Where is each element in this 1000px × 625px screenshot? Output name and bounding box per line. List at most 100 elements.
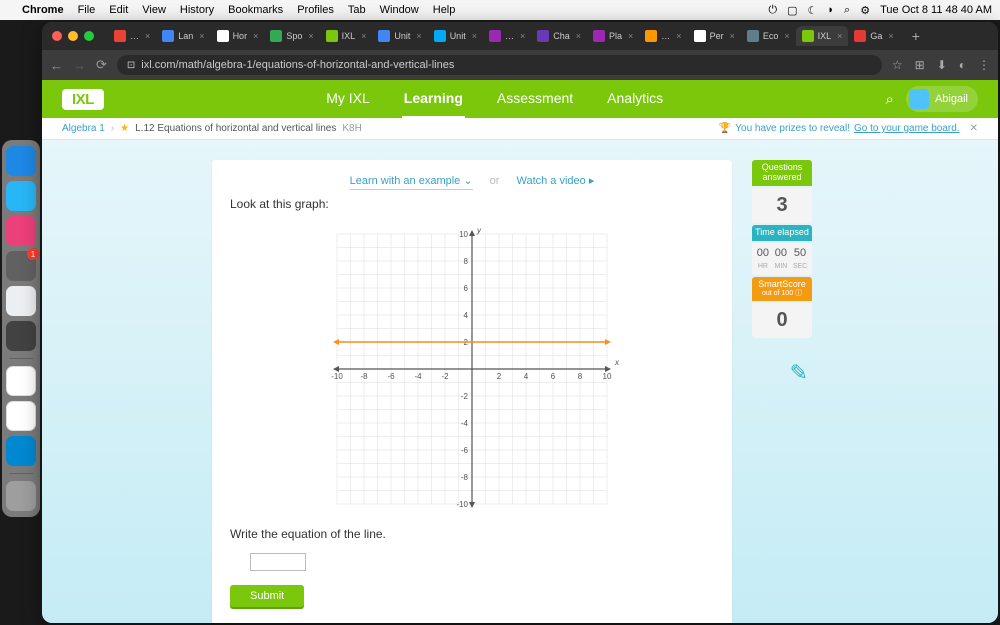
close-icon[interactable]: ×	[676, 31, 681, 41]
window-controls[interactable]	[42, 30, 104, 42]
browser-tab[interactable]: Hor×	[211, 26, 265, 46]
dock-app-trash[interactable]	[6, 481, 36, 511]
svg-text:x: x	[614, 358, 620, 367]
profile-icon[interactable]: ◐	[959, 58, 966, 72]
browser-tab[interactable]: …×	[639, 26, 687, 46]
dock-app-calculator[interactable]	[6, 321, 36, 351]
search-icon[interactable]: ⌕	[886, 91, 894, 108]
favicon	[270, 30, 282, 42]
dock-app-settings[interactable]: 1	[6, 251, 36, 281]
close-icon[interactable]: ×	[576, 31, 581, 41]
new-tab-button[interactable]: +	[904, 28, 928, 44]
nav-my-ixl[interactable]: My IXL	[324, 80, 372, 119]
spotlight-icon[interactable]: ⌕	[844, 4, 850, 17]
dock-app-screenshot[interactable]	[6, 286, 36, 316]
close-icon[interactable]: ×	[730, 31, 735, 41]
browser-tab[interactable]: Ga×	[848, 26, 899, 46]
menubar-clock[interactable]: Tue Oct 8 11 48 40 AM	[880, 4, 992, 16]
watch-video-link[interactable]: Watch a video ▸	[516, 175, 594, 187]
nav-analytics[interactable]: Analytics	[605, 80, 665, 119]
close-icon[interactable]: ×	[416, 31, 421, 41]
score-value: 0	[752, 303, 812, 338]
power-icon[interactable]: ⏻	[768, 4, 777, 17]
moon-icon[interactable]: ☾	[808, 4, 818, 17]
extensions-icon[interactable]: ⊞	[915, 58, 925, 72]
browser-tab[interactable]: Unit×	[372, 26, 427, 46]
close-icon[interactable]: ×	[308, 31, 313, 41]
browser-tab[interactable]: Eco×	[741, 26, 796, 46]
menu-edit[interactable]: Edit	[109, 4, 128, 16]
menu-bookmarks[interactable]: Bookmarks	[228, 4, 283, 16]
browser-tab[interactable]: Spo×	[264, 26, 319, 46]
nav-assessment[interactable]: Assessment	[495, 80, 575, 119]
close-icon[interactable]: ×	[628, 31, 633, 41]
menu-view[interactable]: View	[142, 4, 166, 16]
browser-tab[interactable]: Per×	[688, 26, 741, 46]
browser-tab[interactable]: IXL×	[320, 26, 373, 46]
dock-app-edge[interactable]	[6, 436, 36, 466]
menubar-app[interactable]: Chrome	[22, 4, 64, 16]
browser-tab[interactable]: Pla×	[587, 26, 639, 46]
dock-app-finder[interactable]	[6, 146, 36, 176]
svg-text:y: y	[476, 226, 482, 235]
url-field[interactable]: ⊡ ixl.com/math/algebra-1/equations-of-ho…	[117, 55, 882, 75]
chevron-icon: ›	[111, 123, 114, 134]
score-label: SmartScore out of 100 ⓘ	[752, 277, 812, 301]
star-icon[interactable]: ☆	[892, 58, 903, 72]
prize-link[interactable]: Go to your game board.	[854, 123, 960, 134]
close-window-icon[interactable]	[52, 31, 62, 41]
user-menu[interactable]: Abigail	[906, 86, 978, 112]
download-icon[interactable]: ⬇	[937, 58, 947, 72]
close-icon[interactable]: ✕	[970, 123, 978, 134]
browser-tab[interactable]: Unit×	[428, 26, 483, 46]
back-button[interactable]: ←	[50, 58, 63, 73]
favicon	[434, 30, 446, 42]
browser-tab[interactable]: Lan×	[156, 26, 210, 46]
menu-profiles[interactable]: Profiles	[297, 4, 334, 16]
learn-example-link[interactable]: Learn with an example ⌄	[350, 175, 473, 190]
svg-text:-4: -4	[414, 372, 422, 381]
equation-input[interactable]	[250, 553, 306, 571]
menu-tab[interactable]: Tab	[348, 4, 366, 16]
close-icon[interactable]: ×	[145, 31, 150, 41]
browser-tab[interactable]: …×	[483, 26, 531, 46]
dock-app-chrome[interactable]	[6, 366, 36, 396]
control-center-icon[interactable]: ⚙	[860, 4, 870, 17]
menu-file[interactable]: File	[78, 4, 96, 16]
badge: 1	[27, 248, 39, 260]
forward-button[interactable]: →	[73, 58, 86, 73]
display-icon[interactable]: ▢	[787, 4, 797, 17]
menu-history[interactable]: History	[180, 4, 214, 16]
close-icon[interactable]: ×	[199, 31, 204, 41]
dock-app-photos[interactable]	[6, 216, 36, 246]
menu-icon[interactable]: ⋮	[978, 58, 990, 72]
close-icon[interactable]: ×	[472, 31, 477, 41]
submit-button[interactable]: Submit	[230, 585, 304, 607]
battery-icon[interactable]: ◗	[827, 4, 834, 16]
close-icon[interactable]: ×	[837, 31, 842, 41]
reload-button[interactable]: ⟳	[96, 57, 107, 73]
maximize-window-icon[interactable]	[84, 31, 94, 41]
scratchpad-icon[interactable]: ✎	[752, 360, 812, 386]
close-icon[interactable]: ×	[361, 31, 366, 41]
play-icon: ▸	[589, 175, 595, 187]
minimize-window-icon[interactable]	[68, 31, 78, 41]
breadcrumb-skill[interactable]: L.12 Equations of horizontal and vertica…	[135, 123, 336, 134]
ixl-logo[interactable]: IXL	[62, 89, 104, 110]
browser-tab[interactable]: …×	[108, 26, 156, 46]
work-it-out-link[interactable]: Work it out	[230, 621, 714, 623]
menu-window[interactable]: Window	[380, 4, 419, 16]
dock-app-ia[interactable]	[6, 401, 36, 431]
close-icon[interactable]: ×	[520, 31, 525, 41]
close-icon[interactable]: ×	[888, 31, 893, 41]
browser-tab[interactable]: IXL×	[796, 26, 849, 46]
browser-tab[interactable]: Cha×	[531, 26, 587, 46]
star-icon[interactable]: ★	[120, 123, 129, 134]
nav-learning[interactable]: Learning	[402, 80, 465, 119]
close-icon[interactable]: ×	[784, 31, 789, 41]
breadcrumb-subject[interactable]: Algebra 1	[62, 123, 105, 134]
tab-label: …	[505, 31, 514, 41]
close-icon[interactable]: ×	[253, 31, 258, 41]
menu-help[interactable]: Help	[433, 4, 456, 16]
dock-app-safari[interactable]	[6, 181, 36, 211]
